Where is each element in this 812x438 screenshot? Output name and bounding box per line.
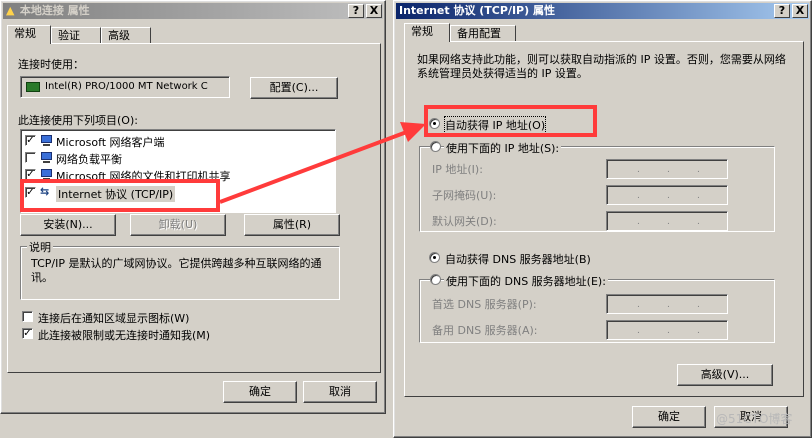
tab-alternate-config[interactable]: 备用配置: [450, 25, 516, 41]
left-cancel-button[interactable]: 取消: [303, 381, 377, 403]
configure-button[interactable]: 配置(C)...: [250, 77, 338, 99]
manual-ip-radio[interactable]: [430, 141, 441, 152]
tab-authentication[interactable]: 验证: [51, 27, 101, 43]
manual-ip-group: 使用下面的 IP 地址(S): IP 地址(I): ... 子网掩码(U): .…: [419, 140, 775, 232]
close-button[interactable]: X: [792, 4, 808, 18]
watermark: @51CTO博客: [716, 412, 793, 426]
alternate-dns-label: 备用 DNS 服务器(A):: [432, 324, 538, 337]
install-button[interactable]: 安装(N)...: [20, 214, 116, 236]
manual-dns-label[interactable]: 使用下面的 DNS 服务器地址(E):: [444, 273, 608, 289]
right-general-panel: 如果网络支持此功能，则可以获取自动指派的 IP 设置。否则，您需要从网络系统管理…: [404, 41, 804, 397]
gateway-label: 默认网关(D):: [432, 215, 497, 228]
description-text: TCP/IP 是默认的广域网协议。它提供跨越多种互联网络的通讯。: [31, 257, 322, 284]
left-dialog-titlebar[interactable]: ▲ 本地连接 属性 ? X: [3, 3, 383, 19]
tab-general[interactable]: 常规: [7, 25, 51, 44]
right-dialog-titlebar[interactable]: Internet 协议 (TCP/IP) 属性 ? X: [396, 3, 809, 19]
intro-text: 如果网络支持此功能，则可以获取自动指派的 IP 设置。否则，您需要从网络系统管理…: [417, 53, 786, 80]
tab-general[interactable]: 常规: [404, 23, 450, 42]
preferred-dns-field[interactable]: ...: [606, 294, 728, 314]
tab-advanced[interactable]: 高级: [101, 27, 151, 43]
description-label: 说明: [27, 239, 53, 255]
notify-label: 此连接被限制或无连接时通知我(M): [38, 329, 211, 342]
item-label: Microsoft 网络客户端: [56, 136, 165, 149]
description-group: 说明 TCP/IP 是默认的广域网协议。它提供跨越多种互联网络的通讯。: [20, 239, 340, 300]
left-dialog-title: 本地连接 属性: [19, 4, 90, 17]
ip-address-field[interactable]: ...: [606, 159, 728, 179]
connect-using-label: 连接时使用：: [18, 58, 84, 71]
item-label: 网络负载平衡: [56, 153, 122, 166]
preferred-dns-label: 首选 DNS 服务器(P):: [432, 298, 537, 311]
highlight-tcpip-item: [20, 179, 220, 212]
item-checkbox[interactable]: [25, 152, 36, 163]
close-button[interactable]: X: [366, 4, 382, 18]
network-adapter-icon: [26, 82, 40, 92]
right-ok-button[interactable]: 确定: [632, 406, 706, 428]
manual-ip-label[interactable]: 使用下面的 IP 地址(S):: [444, 140, 562, 156]
advanced-button[interactable]: 高级(V)...: [677, 364, 773, 386]
gateway-field[interactable]: ...: [606, 211, 728, 231]
connection-icon: ▲: [6, 4, 15, 17]
help-button[interactable]: ?: [348, 4, 364, 18]
right-tabs: 常规 备用配置: [404, 23, 604, 42]
properties-button[interactable]: 属性(R): [244, 214, 340, 236]
help-button[interactable]: ?: [774, 4, 790, 18]
alternate-dns-field[interactable]: ...: [606, 320, 728, 340]
ip-address-label: IP 地址(I):: [432, 163, 483, 176]
subnet-field[interactable]: ...: [606, 185, 728, 205]
adapter-box: Intel(R) PRO/1000 MT Network C: [20, 76, 230, 98]
highlight-auto-ip: [424, 105, 597, 137]
left-tabs: 常规 验证 高级: [7, 25, 307, 44]
list-item[interactable]: 网络负载平衡: [21, 150, 321, 166]
left-ok-button[interactable]: 确定: [223, 381, 297, 403]
network-client-icon: [40, 135, 53, 147]
items-label: 此连接使用下列项目(O):: [18, 114, 138, 127]
auto-dns-radio[interactable]: [429, 252, 440, 263]
network-service-icon: [40, 152, 53, 164]
manual-dns-radio[interactable]: [430, 274, 441, 285]
list-item[interactable]: ✓ Microsoft 网络客户端: [21, 133, 321, 149]
item-checkbox[interactable]: ✓: [25, 135, 36, 146]
manual-dns-group: 使用下面的 DNS 服务器地址(E): 首选 DNS 服务器(P): ... 备…: [419, 273, 775, 343]
notify-checkbox[interactable]: ✓: [22, 328, 33, 339]
tcpip-properties-dialog: Internet 协议 (TCP/IP) 属性 ? X 常规 备用配置 如果网络…: [393, 0, 812, 438]
uninstall-button[interactable]: 卸载(U): [130, 214, 226, 236]
show-icon-label: 连接后在通知区域显示图标(W): [38, 312, 190, 325]
subnet-label: 子网掩码(U):: [432, 189, 497, 202]
auto-dns-label: 自动获得 DNS 服务器地址(B): [445, 253, 591, 266]
right-dialog-title: Internet 协议 (TCP/IP) 属性: [399, 4, 555, 17]
show-icon-checkbox[interactable]: [22, 311, 33, 322]
adapter-name: Intel(R) PRO/1000 MT Network C: [45, 81, 208, 92]
